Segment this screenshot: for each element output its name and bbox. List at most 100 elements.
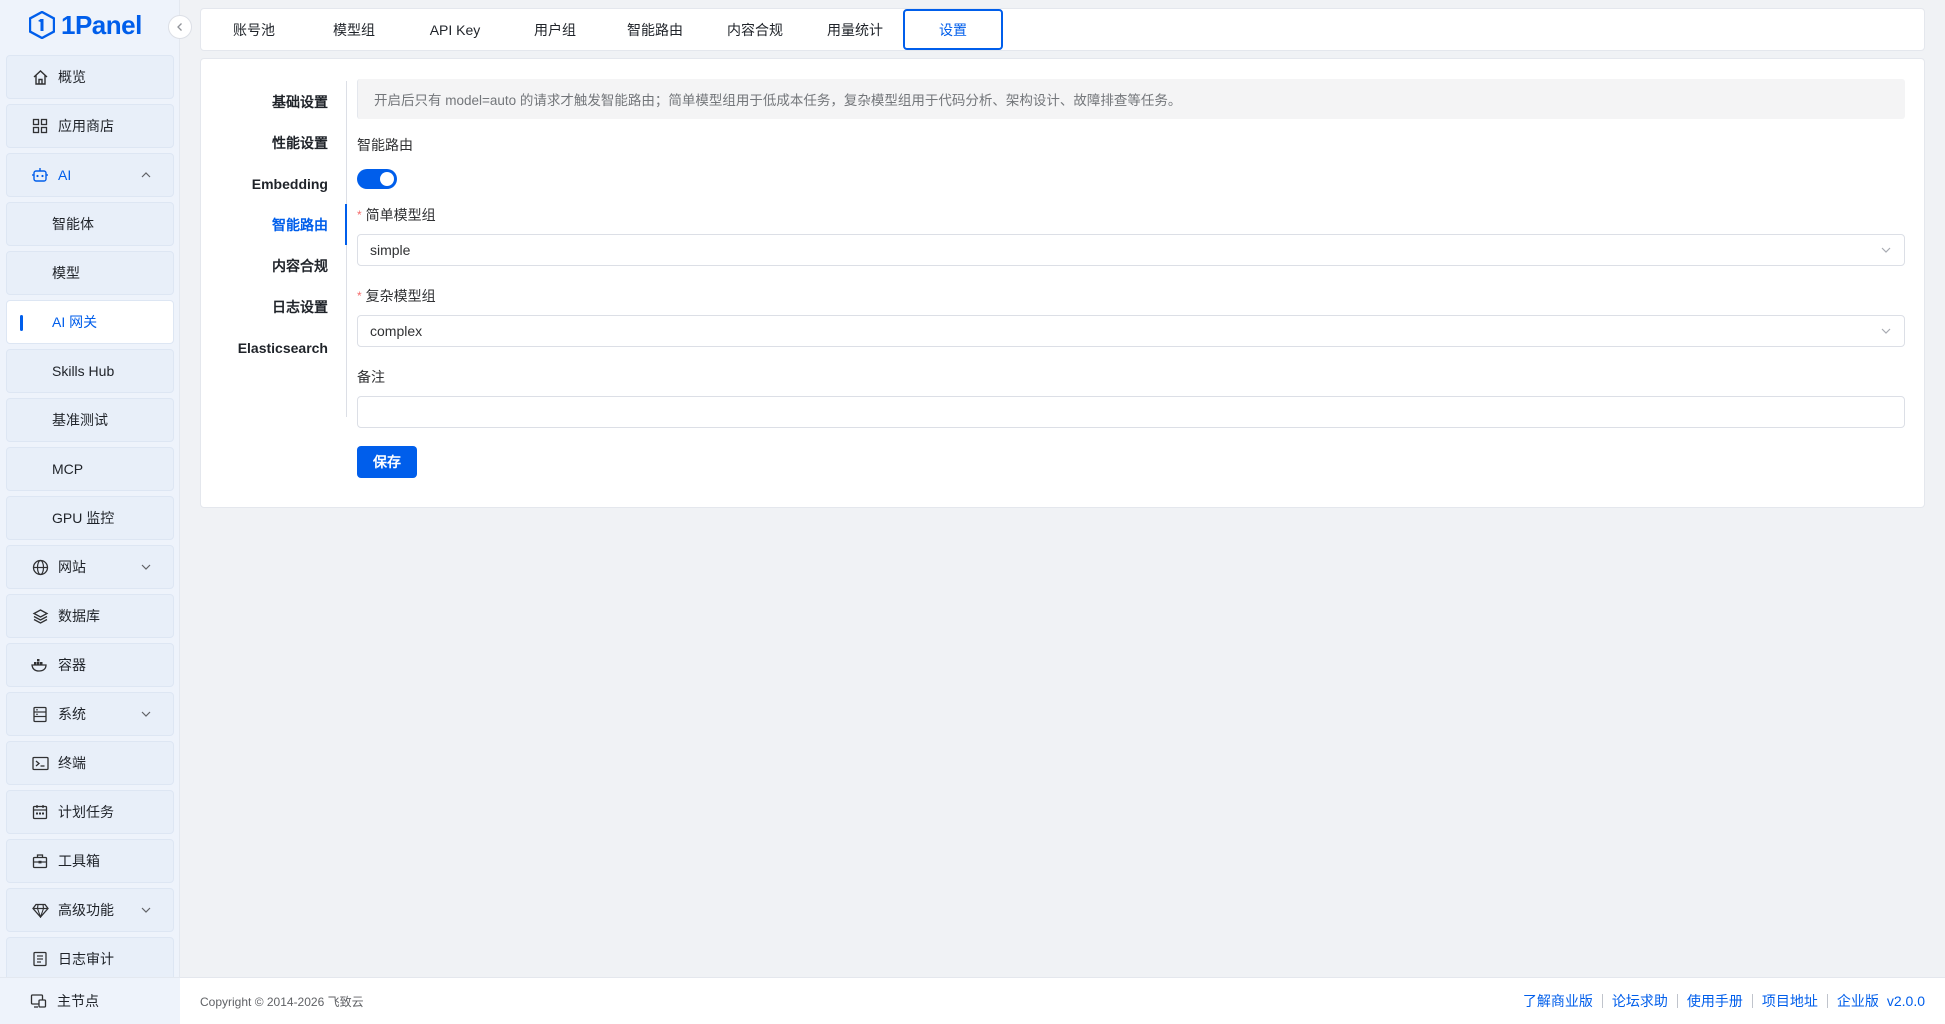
log-icon bbox=[31, 950, 49, 968]
chevron-down-icon bbox=[141, 711, 151, 717]
sidebar-item-gpu-monitor[interactable]: GPU 监控 bbox=[6, 496, 174, 540]
routing-toggle-label: 智能路由 bbox=[357, 137, 413, 153]
logo-icon bbox=[29, 11, 55, 39]
sidebar-item-advanced[interactable]: 高级功能 bbox=[6, 888, 174, 932]
sidebar-item-label: 容器 bbox=[58, 657, 86, 673]
link-business-edition[interactable]: 了解商业版 bbox=[1523, 991, 1593, 1011]
simple-group-label: 简单模型组 bbox=[365, 207, 436, 223]
divider bbox=[1751, 994, 1753, 1008]
sidebar-item-label: 网站 bbox=[58, 559, 86, 575]
sidebar-item-mcp[interactable]: MCP bbox=[6, 447, 174, 491]
settings-side-nav: 基础设置 性能设置 Embedding 智能路由 内容合规 日志设置 Elast… bbox=[201, 81, 347, 417]
link-enterprise-edition[interactable]: 企业版 bbox=[1837, 991, 1879, 1011]
brand-name: 1Panel bbox=[61, 9, 142, 40]
sidebar-item-container[interactable]: 容器 bbox=[6, 643, 174, 687]
link-user-manual[interactable]: 使用手册 bbox=[1687, 991, 1743, 1011]
sidebar-item-app-store[interactable]: 应用商店 bbox=[6, 104, 174, 148]
sidebar-menu: 概览 应用商店 AI 智能体 模型 AI 网关 Skills Hub 基准测试 … bbox=[6, 55, 174, 986]
sidebar-item-skills-hub[interactable]: Skills Hub bbox=[6, 349, 174, 393]
form-actions: 保存 bbox=[357, 446, 1905, 478]
link-project-repo[interactable]: 项目地址 bbox=[1762, 991, 1818, 1011]
sidebar-collapse-button[interactable] bbox=[168, 15, 192, 39]
settings-nav-performance[interactable]: 性能设置 bbox=[201, 122, 346, 163]
calendar-icon bbox=[31, 803, 49, 821]
top-tabs: 账号池 模型组 API Key 用户组 智能路由 内容合规 用量统计 设置 bbox=[200, 8, 1925, 51]
sidebar-item-website[interactable]: 网站 bbox=[6, 545, 174, 589]
complex-group-select[interactable]: complex bbox=[357, 315, 1905, 347]
sidebar-item-label: 日志审计 bbox=[58, 951, 114, 967]
chevron-up-icon bbox=[141, 172, 151, 178]
settings-nav-basic[interactable]: 基础设置 bbox=[201, 81, 346, 122]
sidebar-item-label: MCP bbox=[52, 461, 84, 477]
sidebar-item-label: 高级功能 bbox=[58, 902, 114, 918]
smart-routing-switch[interactable] bbox=[357, 169, 397, 189]
sidebar-item-ai[interactable]: AI bbox=[6, 153, 174, 197]
sidebar-item-log-audit[interactable]: 日志审计 bbox=[6, 937, 174, 981]
sidebar-item-label: Skills Hub bbox=[52, 363, 115, 379]
sidebar-item-label: 主节点 bbox=[57, 993, 99, 1009]
required-mark: * bbox=[357, 208, 362, 222]
settings-nav-content-compliance[interactable]: 内容合规 bbox=[201, 245, 346, 286]
sidebar-item-system[interactable]: 系统 bbox=[6, 692, 174, 736]
sidebar-item-cron[interactable]: 计划任务 bbox=[6, 790, 174, 834]
settings-nav-embedding[interactable]: Embedding bbox=[201, 163, 346, 204]
chevron-left-icon bbox=[177, 23, 182, 31]
tab-usage-stats[interactable]: 用量统计 bbox=[807, 9, 903, 50]
chevron-down-icon bbox=[1881, 247, 1891, 253]
home-icon bbox=[31, 68, 49, 86]
sidebar-item-label: AI 网关 bbox=[52, 314, 98, 330]
tab-model-groups[interactable]: 模型组 bbox=[301, 9, 407, 50]
sidebar-item-terminal[interactable]: 终端 bbox=[6, 741, 174, 785]
simple-group-label-row: * 简单模型组 bbox=[357, 205, 1905, 225]
complex-group-label: 复杂模型组 bbox=[365, 288, 436, 304]
settings-nav-smart-routing[interactable]: 智能路由 bbox=[201, 204, 347, 245]
tab-api-key[interactable]: API Key bbox=[407, 9, 503, 50]
settings-nav-log-settings[interactable]: 日志设置 bbox=[201, 286, 346, 327]
server-icon bbox=[31, 705, 49, 723]
settings-card: 基础设置 性能设置 Embedding 智能路由 内容合规 日志设置 Elast… bbox=[200, 58, 1925, 508]
sidebar-item-overview[interactable]: 概览 bbox=[6, 55, 174, 99]
simple-group-select[interactable]: simple bbox=[357, 234, 1905, 266]
info-notice: 开启后只有 model=auto 的请求才触发智能路由；简单模型组用于低成本任务… bbox=[357, 79, 1905, 119]
sidebar-item-database[interactable]: 数据库 bbox=[6, 594, 174, 638]
sidebar-item-label: 系统 bbox=[58, 706, 86, 722]
sidebar-item-label: 应用商店 bbox=[58, 118, 114, 134]
sidebar-item-label: 工具箱 bbox=[58, 853, 100, 869]
sidebar-item-label: 模型 bbox=[52, 265, 80, 281]
tab-settings[interactable]: 设置 bbox=[903, 9, 1003, 50]
sidebar-item-toolbox[interactable]: 工具箱 bbox=[6, 839, 174, 883]
sidebar-item-benchmark[interactable]: 基准测试 bbox=[6, 398, 174, 442]
sidebar-item-ai-gateway[interactable]: AI 网关 bbox=[6, 300, 174, 344]
remark-input[interactable] bbox=[357, 396, 1905, 428]
remark-label: 备注 bbox=[357, 369, 385, 385]
complex-group-label-row: * 复杂模型组 bbox=[357, 286, 1905, 306]
toolbox-icon bbox=[31, 852, 49, 870]
tab-account-pool[interactable]: 账号池 bbox=[207, 9, 301, 50]
footer: Copyright © 2014-2026 飞致云 了解商业版 论坛求助 使用手… bbox=[180, 977, 1945, 1024]
sidebar-item-master-node[interactable]: 主节点 bbox=[0, 977, 180, 1024]
tab-content-compliance[interactable]: 内容合规 bbox=[703, 9, 807, 50]
complex-group-value: complex bbox=[370, 323, 423, 339]
tab-smart-routing[interactable]: 智能路由 bbox=[607, 9, 703, 50]
remark-field-wrapper bbox=[357, 396, 1905, 428]
sidebar-item-label: 基准测试 bbox=[52, 412, 108, 428]
sidebar-item-models[interactable]: 模型 bbox=[6, 251, 174, 295]
chevron-down-icon bbox=[1881, 328, 1891, 334]
sidebar-item-label: 概览 bbox=[58, 69, 86, 85]
nodes-icon bbox=[30, 992, 48, 1010]
settings-nav-elasticsearch[interactable]: Elasticsearch bbox=[201, 327, 346, 368]
chevron-down-icon bbox=[141, 907, 151, 913]
sidebar-item-label: 计划任务 bbox=[58, 804, 114, 820]
docker-icon bbox=[31, 656, 49, 674]
logo[interactable]: 1Panel bbox=[29, 8, 142, 42]
link-forum-help[interactable]: 论坛求助 bbox=[1612, 991, 1668, 1011]
terminal-icon bbox=[31, 754, 49, 772]
sidebar-item-agents[interactable]: 智能体 bbox=[6, 202, 174, 246]
divider bbox=[1826, 994, 1828, 1008]
save-button[interactable]: 保存 bbox=[357, 446, 417, 478]
app-root: 1Panel 概览 应用商店 AI 智能体 模型 AI 网关 Skills Hu… bbox=[0, 0, 1945, 1024]
simple-group-value: simple bbox=[370, 242, 411, 258]
tab-user-groups[interactable]: 用户组 bbox=[503, 9, 607, 50]
diamond-icon bbox=[31, 901, 49, 919]
sidebar-item-label: 智能体 bbox=[52, 216, 94, 232]
